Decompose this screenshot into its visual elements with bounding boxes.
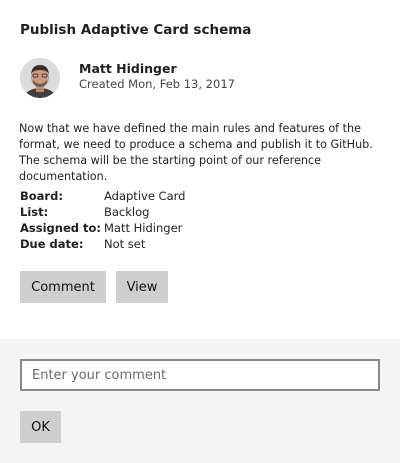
card-title: Publish Adaptive Card schema [20,22,252,38]
fact-row-assigned: Assigned to: Matt Hidinger [20,220,185,236]
fact-value: Not set [104,237,146,251]
created-date: Created Mon, Feb 13, 2017 [79,77,235,91]
adaptive-card: Publish Adaptive Card schema Matt Hiding… [0,0,400,463]
fact-key: List: [20,205,49,219]
comment-button[interactable]: Comment [20,271,106,303]
fact-key: Board: [20,189,63,203]
profile-photo-icon [20,58,60,98]
fact-row-due-date: Due date: Not set [20,236,185,252]
fact-row-board: Board: Adaptive Card [20,188,185,204]
fact-row-list: List: Backlog [20,204,185,220]
fact-value: Matt Hidinger [104,221,183,235]
comment-input[interactable] [20,359,380,391]
avatar [20,58,60,98]
view-button[interactable]: View [116,271,168,303]
card-body: Publish Adaptive Card schema Matt Hiding… [0,0,400,339]
fact-value: Adaptive Card [104,189,186,203]
author-name: Matt Hidinger [79,61,177,76]
fact-key: Due date: [20,237,84,251]
fact-key: Assigned to: [20,221,101,235]
fact-value: Backlog [104,205,150,219]
ok-button[interactable]: OK [20,411,61,443]
fact-set: Board: Adaptive Card List: Backlog Assig… [20,188,185,252]
card-description: Now that we have defined the main rules … [19,122,373,183]
comment-panel: OK [0,339,400,463]
